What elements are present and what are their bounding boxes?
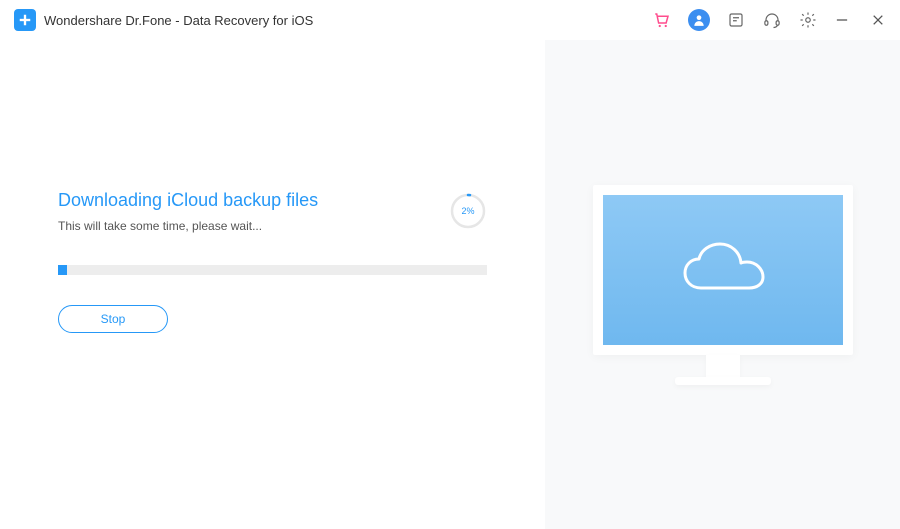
progress-percent-label: 2%: [461, 206, 474, 216]
content-area: Downloading iCloud backup files This wil…: [0, 40, 900, 529]
titlebar: Wondershare Dr.Fone - Data Recovery for …: [0, 0, 900, 40]
progress-ring: 2%: [449, 192, 487, 230]
monitor-stand-base: [675, 377, 771, 385]
close-button[interactable]: [870, 12, 886, 28]
monitor-frame: [593, 185, 853, 355]
progress-fill: [58, 265, 67, 275]
app-logo-icon: [14, 9, 36, 31]
stop-button[interactable]: Stop: [58, 305, 168, 333]
title-icons: [652, 9, 818, 31]
app-title: Wondershare Dr.Fone - Data Recovery for …: [44, 13, 313, 28]
task-subtitle: This will take some time, please wait...: [58, 219, 429, 233]
cloud-icon: [673, 240, 773, 300]
cart-icon[interactable]: [652, 10, 672, 30]
support-icon[interactable]: [762, 10, 782, 30]
monitor-stand-neck: [706, 355, 740, 377]
task-header: Downloading iCloud backup files This wil…: [58, 190, 487, 233]
monitor-screen: [603, 195, 843, 345]
app-window: Wondershare Dr.Fone - Data Recovery for …: [0, 0, 900, 529]
right-panel: [545, 40, 900, 529]
user-icon[interactable]: [688, 9, 710, 31]
left-panel: Downloading iCloud backup files This wil…: [0, 40, 545, 529]
minimize-button[interactable]: [834, 12, 850, 28]
progress-bar: [58, 265, 487, 275]
settings-icon[interactable]: [798, 10, 818, 30]
task-title: Downloading iCloud backup files: [58, 190, 429, 211]
window-controls: [834, 12, 886, 28]
monitor-cloud-illustration: [593, 185, 853, 385]
feedback-icon[interactable]: [726, 10, 746, 30]
